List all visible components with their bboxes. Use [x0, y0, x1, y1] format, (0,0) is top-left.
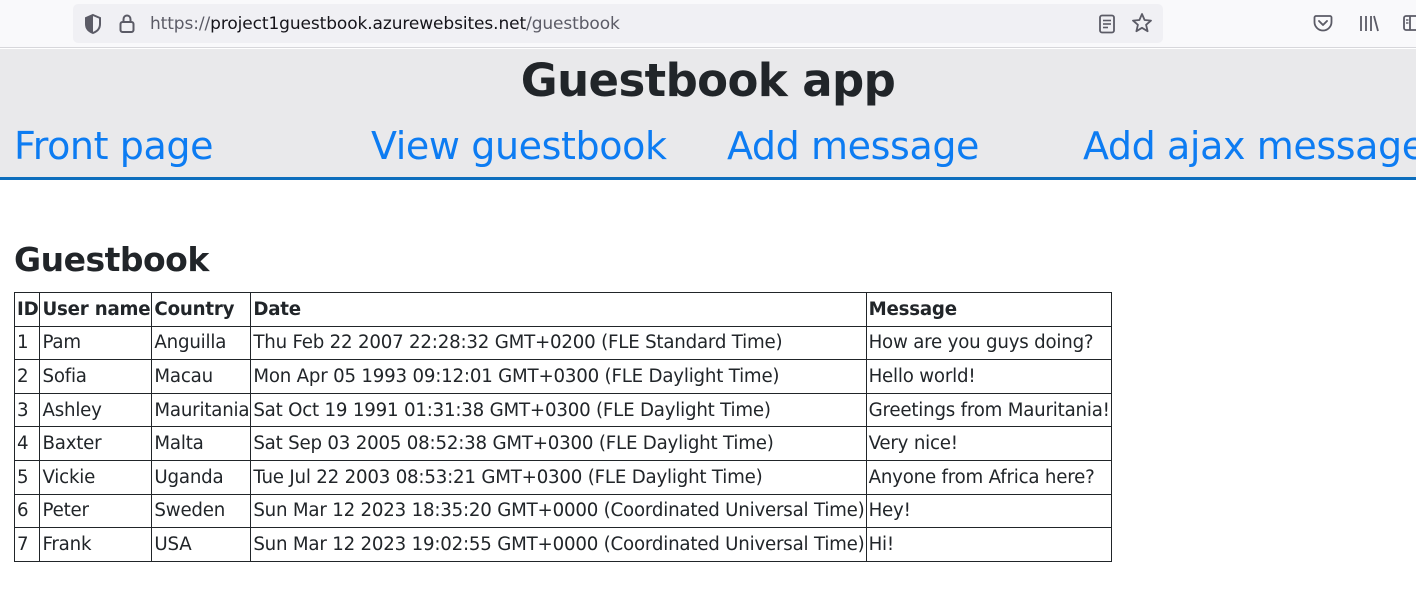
cell-date: Sun Mar 12 2023 19:02:55 GMT+0000 (Coord…: [250, 527, 867, 562]
nav-front-page[interactable]: Front page: [14, 124, 214, 168]
cell-id: 1: [13, 325, 41, 361]
bookmark-star-icon[interactable]: [1131, 12, 1153, 34]
reader-view-icon[interactable]: [1098, 14, 1116, 34]
app-title: Guestbook app: [520, 54, 896, 107]
cell-date: Thu Feb 22 2007 22:28:32 GMT+0200 (FLE S…: [250, 325, 867, 361]
url-host: project1guestbook.azurewebsites.net: [210, 14, 527, 34]
cell-message: Anyone from Africa here?: [865, 459, 1112, 495]
cell-user-name: Ashley: [39, 392, 153, 428]
cell-date: Sun Mar 12 2023 18:35:20 GMT+0000 (Coord…: [250, 493, 867, 529]
cell-message: Very nice!: [865, 426, 1112, 461]
cell-id: 6: [13, 493, 41, 529]
cell-id: 5: [13, 459, 41, 495]
cell-id: 7: [13, 527, 41, 562]
column-header-country: Country: [151, 292, 252, 327]
table-row: 5 Vickie Uganda Tue Jul 22 2003 08:53:21…: [13, 459, 1112, 495]
table-row: 2 Sofia Macau Mon Apr 05 1993 09:12:01 G…: [13, 359, 1112, 394]
guestbook-title: Guestbook: [14, 240, 209, 279]
nav-add-message[interactable]: Add message: [727, 124, 979, 168]
cell-date: Mon Apr 05 1993 09:12:01 GMT+0300 (FLE D…: [250, 359, 867, 394]
cell-country: Uganda: [151, 459, 252, 495]
url-prefix: https://: [150, 14, 211, 34]
cell-country: USA: [151, 527, 252, 562]
cell-message: Hey!: [865, 493, 1112, 529]
cell-country: Macau: [151, 359, 252, 394]
table-row: 3 Ashley Mauritania Sat Oct 19 1991 01:3…: [13, 392, 1112, 428]
url-text[interactable]: https://project1guestbook.azurewebsites.…: [150, 14, 620, 34]
cell-user-name: Sofia: [39, 359, 153, 394]
column-header-date: Date: [250, 292, 867, 327]
cell-date: Sat Oct 19 1991 01:31:38 GMT+0300 (FLE D…: [250, 392, 867, 428]
library-icon[interactable]: [1358, 13, 1380, 33]
table-row: 6 Peter Sweden Sun Mar 12 2023 18:35:20 …: [13, 493, 1112, 529]
column-header-user-name: User name: [39, 292, 153, 327]
cell-message: How are you guys doing?: [865, 325, 1112, 361]
table-row: 1 Pam Anguilla Thu Feb 22 2007 22:28:32 …: [13, 325, 1112, 361]
cell-country: Malta: [151, 426, 252, 461]
cell-id: 4: [13, 426, 41, 461]
guestbook-table: ID User name Country Date Message 1 Pam …: [13, 292, 1112, 562]
cell-message: Hi!: [865, 527, 1112, 562]
cell-user-name: Peter: [39, 493, 153, 529]
table-row: 4 Baxter Malta Sat Sep 03 2005 08:52:38 …: [13, 426, 1112, 461]
cell-message: Greetings from Mauritania!: [865, 392, 1112, 428]
cell-user-name: Pam: [39, 325, 153, 361]
cell-date: Tue Jul 22 2003 08:53:21 GMT+0300 (FLE D…: [250, 459, 867, 495]
cell-id: 3: [13, 392, 41, 428]
url-path: /guestbook: [526, 14, 620, 34]
table-row: 7 Frank USA Sun Mar 12 2023 19:02:55 GMT…: [13, 527, 1112, 562]
cell-country: Mauritania: [151, 392, 252, 428]
browser-toolbar: https://project1guestbook.azurewebsites.…: [0, 0, 1416, 48]
shield-icon[interactable]: [83, 13, 103, 35]
cell-country: Sweden: [151, 493, 252, 529]
cell-message: Hello world!: [865, 359, 1112, 394]
column-header-message: Message: [865, 292, 1112, 327]
header-divider: [0, 177, 1416, 180]
sidebar-icon[interactable]: [1402, 13, 1416, 33]
table-header-row: ID User name Country Date Message: [13, 292, 1112, 327]
cell-id: 2: [13, 359, 41, 394]
cell-user-name: Vickie: [39, 459, 153, 495]
column-header-id: ID: [13, 292, 41, 327]
cell-date: Sat Sep 03 2005 08:52:38 GMT+0300 (FLE D…: [250, 426, 867, 461]
pocket-icon[interactable]: [1313, 13, 1333, 33]
cell-user-name: Frank: [39, 527, 153, 562]
cell-user-name: Baxter: [39, 426, 153, 461]
address-bar[interactable]: https://project1guestbook.azurewebsites.…: [73, 4, 1163, 43]
lock-icon[interactable]: [118, 13, 136, 35]
nav-view-guestbook[interactable]: View guestbook: [371, 124, 667, 168]
cell-country: Anguilla: [151, 325, 252, 361]
nav-add-ajax-message[interactable]: Add ajax message: [1083, 124, 1416, 168]
